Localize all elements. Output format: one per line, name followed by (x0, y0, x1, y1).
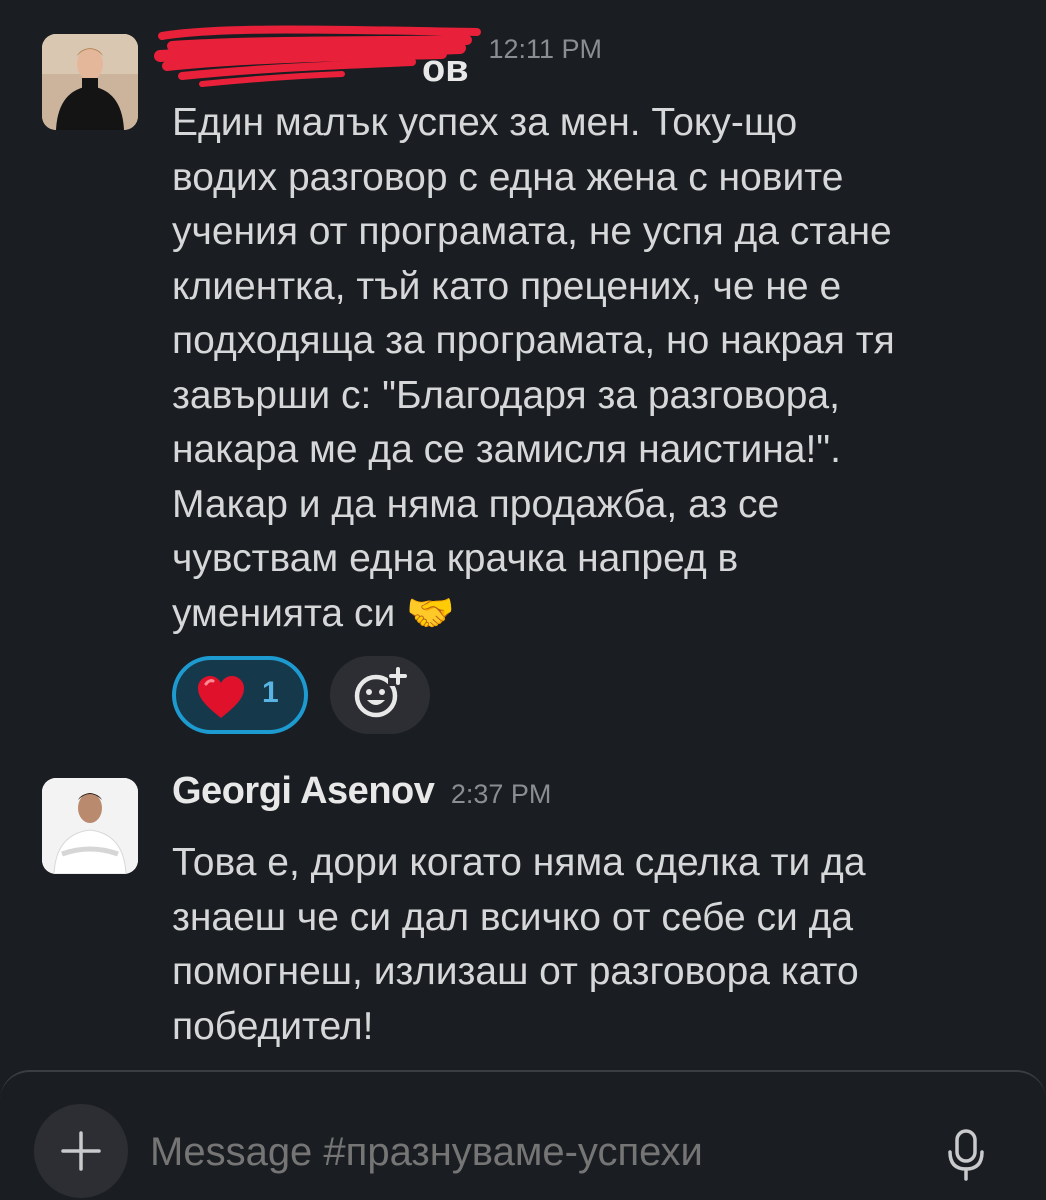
add-reaction-button[interactable] (330, 656, 430, 734)
message-line: победител! (172, 1004, 374, 1048)
heart-icon (198, 676, 244, 718)
message-line: знаеш че си дал всичко от себе си да (172, 895, 854, 939)
message-line: подходяща за програмата, но накрая тя (172, 319, 895, 362)
message-input[interactable] (150, 1128, 910, 1176)
avatar[interactable] (42, 778, 138, 874)
message-line: Макар и да няма продажба, аз се (172, 482, 780, 526)
sender-name-redacted[interactable]: ов (154, 25, 481, 90)
message-line: накара ме да се замисля наистина!". (172, 428, 841, 471)
message-line: клиентка, тъй като прецених, че не е (172, 264, 842, 308)
message-line: Това е, дори когато няма сделка ти да (172, 841, 866, 884)
message-timestamp[interactable]: 12:11 PM (488, 34, 602, 64)
reaction-count: 1 (262, 676, 279, 709)
message-composer (0, 1070, 1046, 1200)
chat-view: ов 12:11 PM Един малък успех за мен. Ток… (0, 0, 1046, 1200)
message-line: помогнеш, излизаш от разговора като (172, 950, 859, 993)
avatar[interactable] (42, 34, 138, 130)
message-body: Един малък успех за мен. Току-що водих р… (172, 96, 1022, 641)
message-line: чувствам една крачка напред в (172, 537, 739, 580)
plus-icon (61, 1131, 101, 1171)
message-line: учения от програмата, не успя да стане (172, 210, 892, 253)
redaction-scribble (154, 25, 481, 87)
message-line: завърши с: "Благодаря за разговора, (172, 373, 840, 417)
message-header: ов 12:11 PM (154, 25, 602, 94)
message-line: уменията си 🤝 (172, 591, 455, 635)
message-line: водих разговор с една жена с новите (172, 155, 844, 199)
message-body: Това е, дори когато няма сделка ти да зн… (172, 836, 1022, 1054)
attach-button[interactable] (34, 1104, 128, 1198)
message-header: Georgi Asenov 2:37 PM (172, 770, 551, 834)
add-emoji-icon (354, 666, 408, 718)
message-line: Един малък успех за мен. Току-що (172, 101, 798, 144)
microphone-icon[interactable] (946, 1128, 986, 1182)
message-timestamp[interactable]: 2:37 PM (451, 779, 552, 809)
reaction-heart-button[interactable]: 1 (172, 656, 308, 734)
sender-name[interactable]: Georgi Asenov (172, 770, 435, 813)
